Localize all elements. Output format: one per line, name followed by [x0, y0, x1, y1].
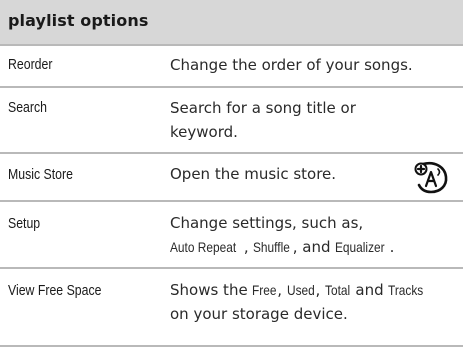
- desc-search-line2: keyword.: [170, 123, 238, 141]
- row-divider: [0, 152, 463, 154]
- sep: and: [350, 281, 389, 299]
- row-divider: [0, 44, 463, 46]
- desc-setup-line1: Change settings, such as,: [170, 214, 364, 232]
- term-music-store: Music Store: [8, 166, 73, 183]
- desc-free-space-line1: Shows the Free, Used, Total and Tracks: [170, 278, 455, 302]
- sep: ,: [315, 281, 326, 299]
- voice-command-icon: [413, 160, 449, 194]
- setting-equalizer: Equalizer: [335, 239, 385, 255]
- sep: ,: [243, 238, 254, 256]
- desc-setup-line2: Auto Repeat, Shuffle, and Equalizer.: [170, 235, 455, 259]
- sep: ,: [277, 281, 287, 299]
- sep: .: [389, 238, 395, 256]
- row-divider: [0, 267, 463, 269]
- sep: , and: [292, 238, 336, 256]
- stat-free: Free: [252, 282, 277, 298]
- term-reorder: Reorder: [8, 56, 53, 73]
- term-view-free-space: View Free Space: [8, 282, 102, 299]
- stat-used: Used: [286, 282, 315, 298]
- table-title: playlist options: [8, 11, 149, 30]
- playlist-options-table: playlist options Reorder Change the orde…: [0, 0, 463, 359]
- stat-total: Total: [325, 282, 351, 298]
- row-divider: [0, 345, 463, 347]
- table-header: playlist options: [0, 0, 463, 44]
- term-search: Search: [8, 99, 47, 116]
- setting-shuffle: Shuffle: [253, 239, 291, 255]
- term-setup: Setup: [8, 215, 41, 232]
- prefix: Shows the: [170, 281, 253, 299]
- row-divider: [0, 86, 463, 88]
- desc-search-line1: Search for a song title or: [170, 99, 356, 117]
- stat-tracks: Tracks: [388, 282, 424, 298]
- row-divider: [0, 200, 463, 202]
- desc-reorder: Change the order of your songs.: [170, 56, 413, 74]
- setting-auto-repeat: Auto Repeat: [170, 239, 237, 255]
- desc-free-space-line2: on your storage device.: [170, 305, 348, 323]
